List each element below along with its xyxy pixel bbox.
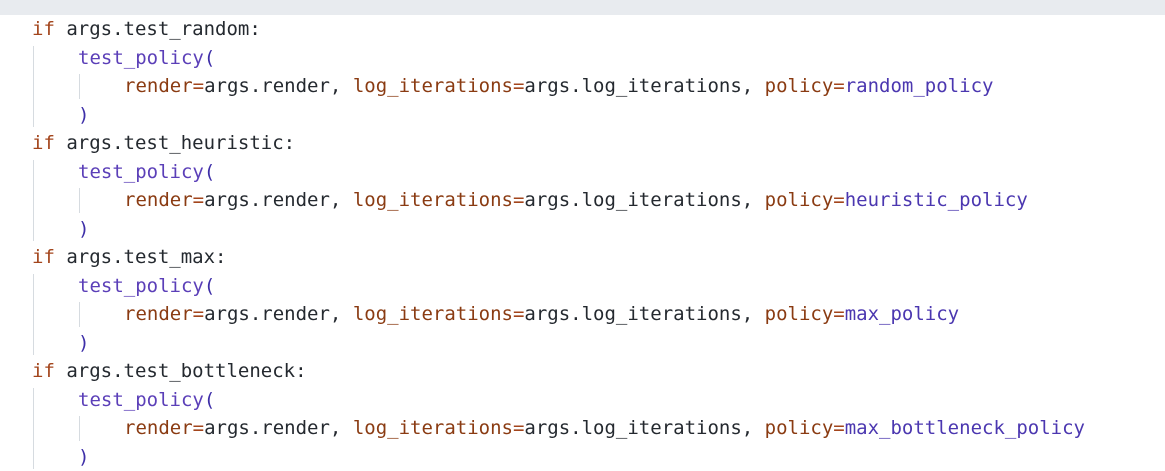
code-token: render [124, 75, 193, 97]
code-token: ) [78, 218, 89, 240]
code-line-call: ) [78, 329, 89, 358]
code-line-call: test_policy( [78, 158, 215, 187]
code-token: if [32, 132, 55, 154]
code-token: args.test_random: [55, 18, 261, 40]
code-token: = [833, 303, 844, 325]
code-token: ) [78, 446, 89, 468]
code-line-if: if args.test_max: [32, 243, 226, 272]
code-line-call: test_policy( [78, 272, 215, 301]
code-line-if: if args.test_bottleneck: [32, 357, 307, 386]
code-token: = [193, 75, 204, 97]
code-line-args: render=args.render, log_iterations=args.… [124, 414, 1085, 443]
indent-guide [79, 416, 80, 441]
indent-guide [33, 46, 34, 128]
code-token: ( [204, 47, 215, 69]
code-token: policy [765, 75, 834, 97]
code-token: random_policy [845, 75, 994, 97]
code-token: if [32, 18, 55, 40]
code-token: = [513, 417, 524, 439]
code-token: = [193, 417, 204, 439]
code-line-call: ) [78, 101, 89, 130]
code-token: log_iterations [353, 417, 513, 439]
code-line-args: render=args.render, log_iterations=args.… [124, 300, 959, 329]
code-line-args: render=args.render, log_iterations=args.… [124, 186, 1028, 215]
code-line-args: render=args.render, log_iterations=args.… [124, 72, 993, 101]
code-token: args.test_bottleneck: [55, 360, 307, 382]
code-token: log_iterations [353, 189, 513, 211]
code-token: args.log_iterations, [524, 303, 764, 325]
code-line-if: if args.test_heuristic: [32, 129, 295, 158]
code-token: args.render, [204, 75, 353, 97]
code-token: test_policy [78, 275, 204, 297]
code-token: test_policy [78, 161, 204, 183]
code-token: max_bottleneck_policy [845, 417, 1085, 439]
code-token: max_policy [845, 303, 959, 325]
code-token: log_iterations [353, 303, 513, 325]
code-token: render [124, 189, 193, 211]
code-token: = [193, 303, 204, 325]
code-token: render [124, 303, 193, 325]
code-token: = [193, 189, 204, 211]
code-token: ( [204, 389, 215, 411]
code-token: policy [765, 189, 834, 211]
code-token: test_policy [78, 389, 204, 411]
code-token: = [513, 303, 524, 325]
code-token: ) [78, 104, 89, 126]
code-token: args.test_max: [55, 246, 227, 268]
indent-guide [79, 74, 80, 99]
code-token: = [833, 417, 844, 439]
code-token: args.log_iterations, [524, 189, 764, 211]
code-token: if [32, 360, 55, 382]
code-token: ( [204, 161, 215, 183]
toolbar-strip [0, 0, 1165, 15]
indent-guide [79, 302, 80, 327]
code-token: ) [78, 332, 89, 354]
code-token: args.log_iterations, [524, 417, 764, 439]
code-token: args.log_iterations, [524, 75, 764, 97]
code-token: = [513, 189, 524, 211]
code-token: args.test_heuristic: [55, 132, 295, 154]
code-token: = [833, 75, 844, 97]
code-token: policy [765, 417, 834, 439]
code-token: args.render, [204, 417, 353, 439]
code-line-if: if args.test_random: [32, 15, 261, 44]
code-token: log_iterations [353, 75, 513, 97]
code-token: ( [204, 275, 215, 297]
code-token: = [513, 75, 524, 97]
code-token: policy [765, 303, 834, 325]
indent-guide [79, 188, 80, 213]
code-token: args.render, [204, 303, 353, 325]
code-token: args.render, [204, 189, 353, 211]
indent-guide [33, 274, 34, 356]
code-token: test_policy [78, 47, 204, 69]
indent-guide [33, 160, 34, 242]
code-token: heuristic_policy [845, 189, 1028, 211]
indent-guide [33, 388, 34, 470]
code-token: render [124, 417, 193, 439]
code-token: = [833, 189, 844, 211]
code-line-call: test_policy( [78, 386, 215, 415]
code-line-call: test_policy( [78, 44, 215, 73]
code-line-call: ) [78, 443, 89, 471]
code-token: if [32, 246, 55, 268]
code-editor[interactable]: if args.test_random:test_policy(render=a… [0, 15, 1165, 468]
code-line-call: ) [78, 215, 89, 244]
